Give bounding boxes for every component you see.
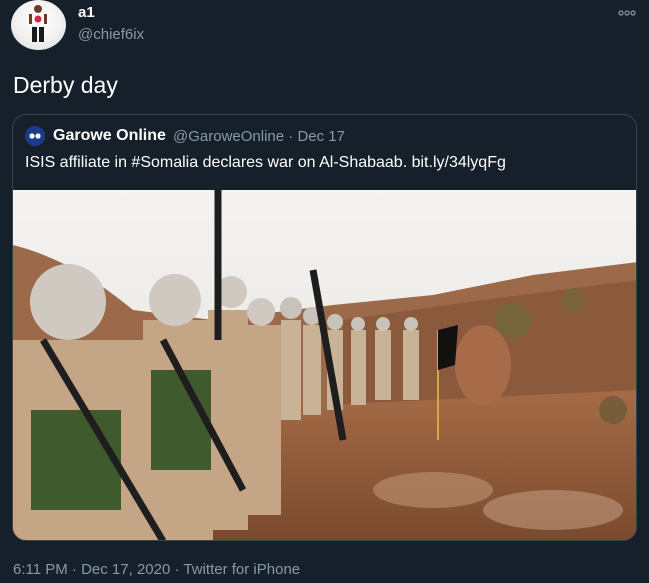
quoted-tweet-card[interactable]: Garowe Online @GaroweOnline · Dec 17 ISI… <box>12 114 637 541</box>
quote-author-handle[interactable]: @GaroweOnline <box>173 128 284 145</box>
more-dots-icon[interactable] <box>616 6 638 20</box>
quote-author-meta: @GaroweOnline · Dec 17 <box>173 128 345 145</box>
tweet-source[interactable]: Twitter for iPhone <box>183 561 300 578</box>
quoted-photo[interactable] <box>13 190 637 541</box>
quote-date[interactable]: Dec 17 <box>297 128 345 145</box>
tweet-time[interactable]: 6:11 PM <box>13 561 68 578</box>
tweet-date[interactable]: Dec 17, 2020 <box>81 561 170 578</box>
garowe-logo-icon <box>29 133 41 139</box>
footer-separator: · <box>174 561 180 578</box>
quote-text: ISIS affiliate in #Somalia declares war … <box>25 154 506 171</box>
author-avatar[interactable] <box>11 0 66 50</box>
quote-author-name[interactable]: Garowe Online <box>53 127 166 145</box>
quote-avatar[interactable] <box>25 126 45 146</box>
tweet-footer: 6:11 PM · Dec 17, 2020 · Twitter for iPh… <box>13 561 300 578</box>
footer-separator: · <box>71 561 77 578</box>
author-display-name[interactable]: a1 <box>78 4 95 21</box>
avatar-figure-icon <box>29 5 47 42</box>
author-handle[interactable]: @chief6ix <box>78 26 144 43</box>
tweet-text: Derby day <box>13 72 118 98</box>
quote-separator: · <box>288 128 294 145</box>
